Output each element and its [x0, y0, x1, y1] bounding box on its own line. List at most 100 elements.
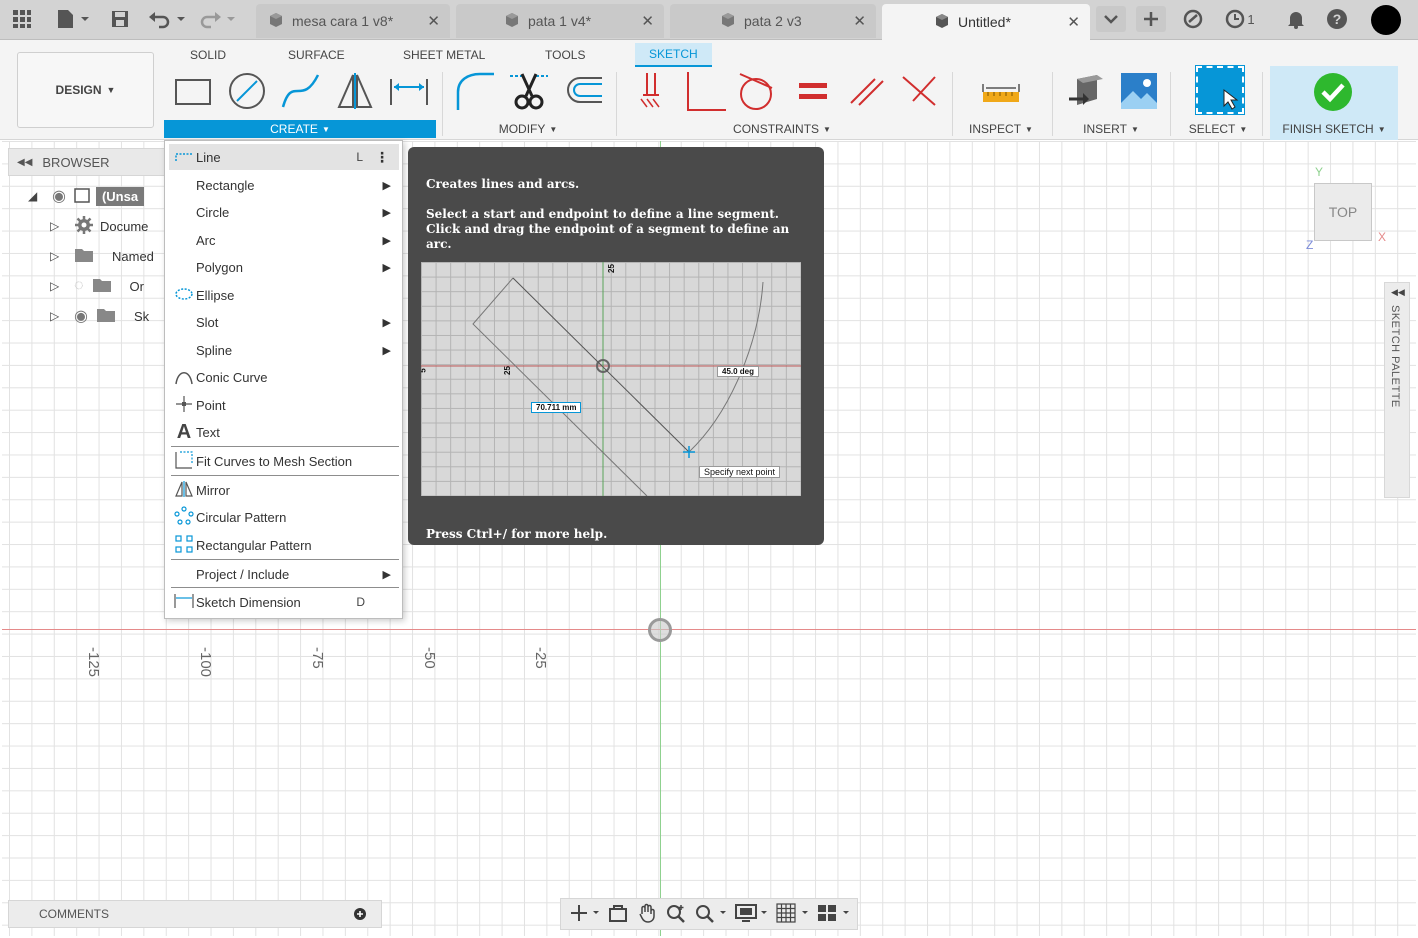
menu-item-point[interactable]: Point — [169, 392, 399, 418]
orbit-icon[interactable] — [569, 903, 600, 926]
menu-item-circle[interactable]: Circle ▶ — [169, 199, 399, 225]
comments-panel[interactable]: COMMENTS — [8, 900, 382, 928]
new-tab-icon[interactable] — [1136, 6, 1166, 32]
tangent-constraint-icon[interactable] — [736, 70, 778, 112]
offset-tool-icon[interactable] — [562, 70, 604, 112]
tab-sheet-metal[interactable]: SHEET METAL — [403, 45, 485, 65]
fix-constraint-icon[interactable] — [630, 70, 672, 112]
doc-tab-3[interactable]: pata 2 v3 ✕ — [670, 4, 876, 38]
zoom-icon[interactable] — [666, 903, 686, 926]
extensions-icon[interactable] — [1180, 6, 1206, 32]
visibility-eye-icon[interactable]: ◉ — [74, 306, 88, 326]
tab-sketch[interactable]: SKETCH — [635, 43, 712, 67]
add-comment-icon[interactable] — [353, 907, 367, 924]
user-avatar[interactable] — [1370, 4, 1402, 36]
expanded-triangle-icon[interactable]: ◢ — [28, 189, 42, 203]
browser-item-sketches[interactable]: ▷ ◉ Sk — [50, 303, 149, 329]
finish-sketch-menu-button[interactable]: FINISH SKETCH ▼ — [1270, 120, 1398, 138]
job-status-icon[interactable]: 1 — [1222, 6, 1258, 32]
ribbon-toolbar: DESIGN ▼ SOLID SURFACE SHEET METAL TOOLS… — [0, 40, 1418, 140]
doc-tab-1[interactable]: mesa cara 1 v8* ✕ — [256, 4, 450, 38]
menu-item-spline[interactable]: Spline ▶ — [169, 337, 399, 363]
collapsed-triangle-icon[interactable]: ▷ — [50, 309, 64, 323]
more-options-icon[interactable]: ⋮ — [375, 149, 389, 166]
circle-tool-icon[interactable] — [226, 70, 268, 112]
redo-icon[interactable] — [198, 6, 240, 32]
select-tool-icon[interactable] — [1195, 65, 1245, 115]
measure-ruler-icon[interactable] — [980, 70, 1022, 112]
trim-scissors-icon[interactable] — [508, 70, 550, 112]
rectangle-tool-icon[interactable] — [172, 70, 214, 112]
look-at-icon[interactable] — [608, 903, 628, 926]
tab-tools[interactable]: TOOLS — [545, 45, 585, 65]
browser-root-node[interactable]: ◢ ◉ (Unsa — [28, 183, 145, 209]
view-cube[interactable]: TOP — [1314, 183, 1372, 241]
help-icon[interactable]: ? — [1324, 6, 1350, 32]
collapsed-triangle-icon[interactable]: ▷ — [50, 279, 64, 293]
app-grid-icon[interactable] — [10, 6, 34, 32]
browser-panel-header[interactable]: ◀◀ BROWSER — [8, 148, 168, 176]
pan-hand-icon[interactable] — [637, 903, 657, 926]
menu-item-rectangle[interactable]: Rectangle ▶ — [169, 172, 399, 198]
perpendicular-constraint-icon[interactable] — [684, 70, 726, 112]
viewports-icon[interactable] — [817, 903, 849, 926]
workspace-switcher-button[interactable]: DESIGN ▼ — [17, 52, 154, 128]
spline-tool-icon[interactable] — [280, 70, 322, 112]
close-tab-icon[interactable]: ✕ — [853, 12, 866, 30]
file-menu-icon[interactable] — [52, 6, 92, 32]
menu-item-ellipse[interactable]: Ellipse — [169, 282, 399, 308]
fit-zoom-icon[interactable] — [694, 903, 727, 926]
collapsed-triangle-icon[interactable]: ▷ — [50, 219, 64, 233]
create-menu-button[interactable]: CREATE ▼ — [164, 120, 436, 138]
select-menu-button[interactable]: SELECT ▼ — [1178, 120, 1258, 138]
visibility-eye-icon[interactable]: ◉ — [52, 186, 66, 206]
constraints-menu-button[interactable]: CONSTRAINTS ▼ — [622, 120, 942, 138]
tab-surface[interactable]: SURFACE — [288, 45, 345, 65]
browser-item-document-settings[interactable]: ▷ Docume — [50, 213, 148, 239]
sketch-dimension-tool-icon[interactable] — [388, 70, 430, 112]
menu-item-slot[interactable]: Slot ▶ — [169, 309, 399, 335]
collapse-double-arrow-icon[interactable]: ◀◀ — [17, 157, 32, 168]
display-settings-icon[interactable] — [735, 903, 768, 926]
menu-item-line[interactable]: Line L ⋮ — [169, 144, 399, 170]
inspect-menu-button[interactable]: INSPECT ▼ — [960, 120, 1042, 138]
mirror-tool-icon[interactable] — [334, 70, 376, 112]
close-tab-icon[interactable]: ✕ — [427, 12, 440, 30]
menu-item-mirror[interactable]: Mirror — [169, 477, 399, 503]
close-tab-icon[interactable]: ✕ — [641, 12, 654, 30]
tab-solid[interactable]: SOLID — [190, 45, 226, 65]
sketch-palette-panel[interactable]: ◀◀ SKETCH PALETTE — [1384, 282, 1410, 498]
svg-text:?: ? — [1333, 11, 1342, 27]
hidden-eye-icon[interactable]: ◌ — [74, 277, 84, 295]
menu-item-project-include[interactable]: Project / Include ▶ — [169, 561, 399, 587]
coincident-constraint-icon[interactable] — [898, 70, 940, 112]
menu-item-arc[interactable]: Arc ▶ — [169, 227, 399, 253]
expand-double-arrow-icon[interactable]: ◀◀ — [1391, 287, 1405, 298]
close-tab-icon[interactable]: ✕ — [1067, 13, 1080, 31]
insert-canvas-image-icon[interactable] — [1118, 70, 1160, 112]
modify-menu-button[interactable]: MODIFY ▼ — [448, 120, 608, 138]
tab-overflow-icon[interactable] — [1096, 6, 1126, 32]
menu-item-fit-curves[interactable]: Fit Curves to Mesh Section — [169, 448, 399, 474]
doc-tab-4[interactable]: Untitled* ✕ — [882, 4, 1090, 40]
insert-menu-button[interactable]: INSERT ▼ — [1066, 120, 1156, 138]
fillet-tool-icon[interactable] — [454, 70, 496, 112]
origin-point[interactable] — [648, 618, 672, 642]
menu-item-circular-pattern[interactable]: Circular Pattern — [169, 504, 399, 530]
notifications-bell-icon[interactable] — [1284, 6, 1308, 32]
equal-constraint-icon[interactable] — [792, 70, 834, 112]
save-icon[interactable] — [108, 6, 132, 32]
menu-item-conic-curve[interactable]: Conic Curve — [169, 364, 399, 390]
browser-item-named-views[interactable]: ▷ Named — [50, 243, 154, 269]
doc-tab-2[interactable]: pata 1 v4* ✕ — [456, 4, 664, 38]
menu-item-rectangular-pattern[interactable]: Rectangular Pattern — [169, 532, 399, 558]
menu-item-sketch-dimension[interactable]: Sketch Dimension D — [169, 589, 399, 615]
grid-settings-icon[interactable] — [776, 902, 808, 926]
parallel-constraint-icon[interactable] — [846, 70, 888, 112]
menu-item-polygon[interactable]: Polygon ▶ — [169, 254, 399, 280]
menu-item-text[interactable]: A Text — [169, 419, 399, 445]
collapsed-triangle-icon[interactable]: ▷ — [50, 249, 64, 263]
browser-item-origin[interactable]: ▷ ◌ Or — [50, 273, 144, 299]
undo-icon[interactable] — [146, 6, 188, 32]
insert-derive-icon[interactable] — [1066, 70, 1108, 112]
